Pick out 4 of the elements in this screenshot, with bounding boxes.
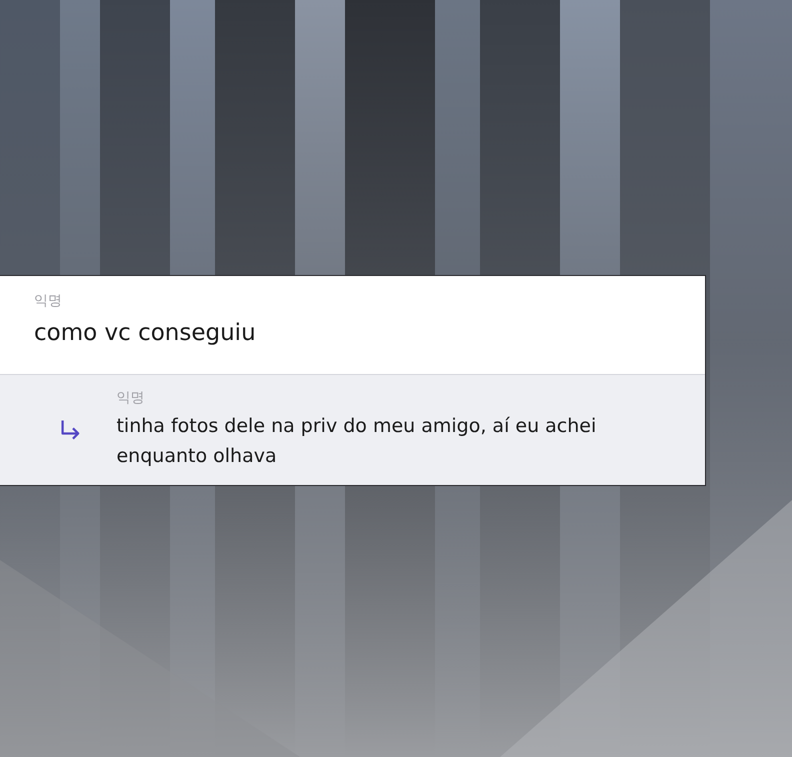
comment-author: 익명 (34, 292, 63, 310)
reply-author: 익명 (116, 389, 146, 407)
comment-text: como vc conseguiu (34, 320, 257, 346)
reply-text: tinha fotos dele na priv do meu amigo, aí eu achei enquanto olhava (116, 414, 598, 469)
